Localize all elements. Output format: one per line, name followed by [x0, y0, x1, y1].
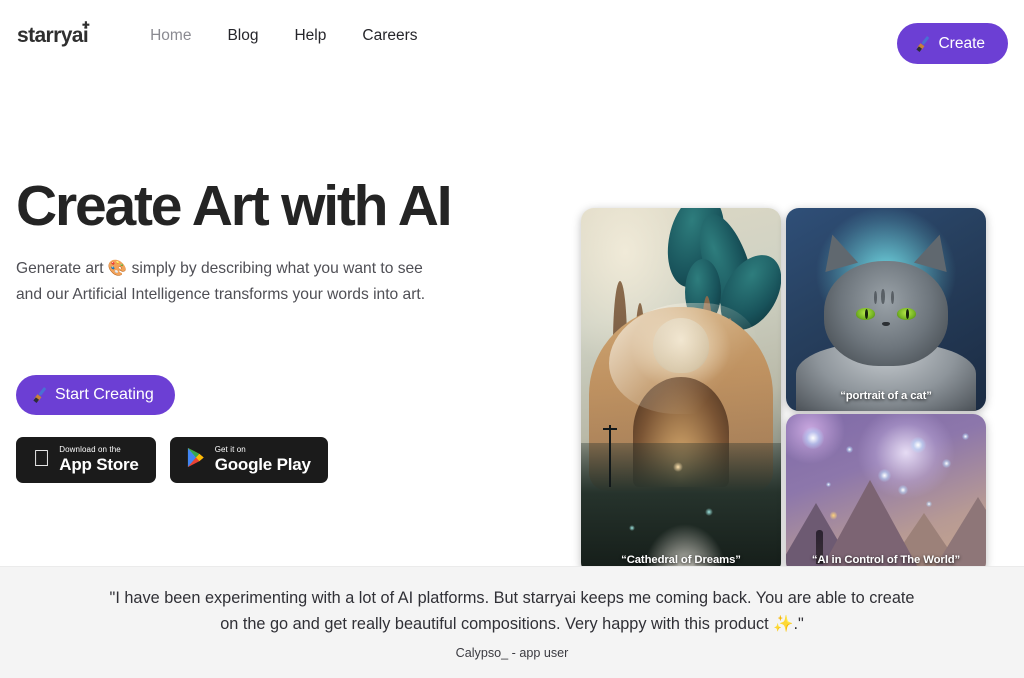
testimonial-author: Calypso_ - app user — [455, 646, 569, 661]
nav-link-blog[interactable]: Blog — [227, 27, 258, 45]
hero-subheading-line-1: Generate art 🎨 simply by describing what… — [16, 260, 423, 278]
artwork-caption: “portrait of a cat” — [840, 390, 932, 402]
testimonial-quote: "I have been experimenting with a lot of… — [87, 585, 937, 638]
hero-section: Create Art with AI Generate art 🎨 simply… — [0, 72, 1024, 575]
testimonial-band: "I have been experimenting with a lot of… — [0, 566, 1024, 678]
create-button[interactable]: Create — [897, 23, 1008, 64]
start-creating-label: Start Creating — [55, 385, 154, 403]
artwork-card-cat[interactable]: “portrait of a cat” — [786, 208, 986, 411]
paintbrush-icon — [33, 387, 49, 404]
cathedral-artwork-image — [581, 208, 781, 575]
google-play-badge-title: Google Play — [197, 455, 311, 475]
artwork-caption: “Cathedral of Dreams” — [621, 554, 741, 566]
google-play-badge-small: Get it on — [197, 445, 246, 455]
brand-logo-text: starryai — [17, 24, 89, 47]
nav-links: Home Blog Help Careers — [150, 27, 417, 45]
nav-link-careers[interactable]: Careers — [362, 27, 417, 45]
artwork-caption: “AI in Control of The World” — [811, 554, 961, 566]
sample-artwork-gallery: “Cathedral of Dreams” “portrait of a cat… — [581, 208, 1008, 575]
start-creating-button[interactable]: Start Creating — [16, 374, 175, 415]
page-title: Create Art with AI — [16, 174, 453, 238]
artwork-card-space[interactable]: “AI in Control of The World” — [786, 414, 986, 575]
top-navigation-bar: starryai ✚ Home Blog Help Careers Create — [0, 0, 1024, 72]
app-store-badge[interactable]:  Download on the App Store — [16, 436, 156, 483]
artwork-card-cathedral[interactable]: “Cathedral of Dreams” — [581, 208, 781, 575]
hero-subheading-line-2: and our Artificial Intelligence transfor… — [16, 285, 426, 303]
hero-subheading: Generate art 🎨 simply by describing what… — [16, 256, 446, 307]
nav-link-home[interactable]: Home — [150, 27, 191, 45]
space-artwork-image — [786, 414, 986, 575]
create-button-label: Create — [938, 34, 985, 52]
testimonial-quote-line-2: on the go and get really beautiful compo… — [220, 615, 804, 633]
app-store-badges:  Download on the App Store — [16, 436, 516, 483]
google-play-icon — [187, 447, 206, 473]
brand-logo[interactable]: starryai ✚ — [17, 20, 90, 48]
paintbrush-icon — [916, 35, 932, 52]
nav-link-help[interactable]: Help — [294, 27, 326, 45]
google-play-badge[interactable]: Get it on Google Play — [169, 436, 328, 483]
app-store-badge-title: App Store — [42, 455, 139, 475]
apple-logo-icon:  — [33, 446, 50, 470]
cat-artwork-image — [786, 208, 986, 411]
sparkles-icon: ✨ — [773, 615, 794, 633]
app-store-badge-small: Download on the — [42, 445, 120, 455]
testimonial-quote-line-1: "I have been experimenting with a lot of… — [109, 588, 915, 607]
sparkle-icon: ✚ — [82, 20, 90, 30]
hero-copy-column: Create Art with AI Generate art 🎨 simply… — [16, 174, 516, 483]
